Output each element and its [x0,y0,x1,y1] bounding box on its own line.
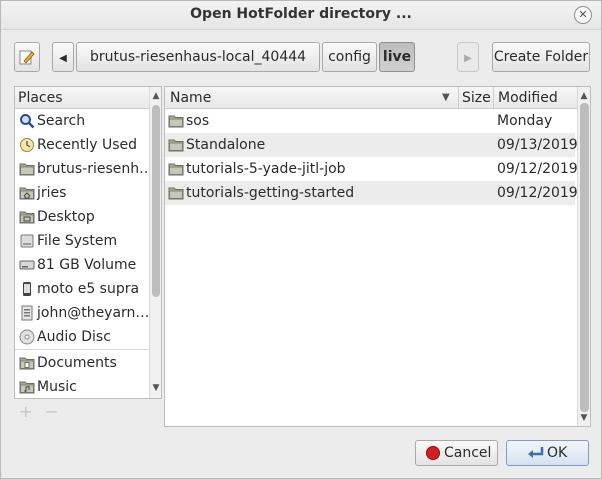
place-jries[interactable]: jries [15,181,149,205]
file-modified: 09/12/2019 [497,185,578,201]
places-panel: Places Search Recently Used brutus-riese… [14,86,162,399]
place-search[interactable]: Search [15,109,149,133]
place-81gb-volume[interactable]: 81 GB Volume [15,253,149,277]
column-modified[interactable]: Modified [494,87,577,108]
ok-label: OK [547,445,568,461]
cancel-icon [426,446,440,460]
desktop-folder-icon [19,211,35,224]
path-segment-brutus[interactable]: brutus-riesenhaus-local_40444 [76,42,320,72]
place-label: Music [37,379,77,395]
folder-icon [168,187,184,200]
edit-location-button[interactable] [14,42,40,72]
place-label: moto e5 supra [37,281,140,297]
column-name-label: Name [170,90,212,106]
scroll-down-icon[interactable]: ▼ [578,413,590,423]
title-bar[interactable]: Open HotFolder directory ... ✕ [1,1,601,30]
search-icon [20,114,35,129]
ok-button[interactable]: OK [506,440,589,466]
pencil-icon [19,50,35,65]
place-moto-e5[interactable]: moto e5 supra [15,277,149,301]
add-bookmark-button[interactable]: + [19,402,32,421]
file-row-tutorials-yade[interactable]: tutorials-5-yade-jitl-job 09/12/2019 [165,157,578,181]
places-separator [15,349,149,350]
file-modified: 09/13/2019 [497,137,578,153]
file-list-panel: Name ▼ Size Modified sos Monday Standalo… [164,86,591,427]
file-name: tutorials-getting-started [186,185,355,201]
column-size[interactable]: Size [459,87,494,108]
file-row-sos[interactable]: sos Monday [165,109,575,133]
place-label: john@theyarn… [37,305,149,321]
create-folder-button[interactable]: Create Folder [492,42,590,72]
cancel-label: Cancel [444,445,492,461]
folder-icon [19,163,35,176]
place-brutus[interactable]: brutus-riesenh… [15,157,149,181]
place-recently-used[interactable]: Recently Used [15,133,149,157]
folder-icon [168,163,184,176]
network-icon [21,305,33,321]
places-scroll-thumb[interactable] [152,105,160,297]
file-row-standalone[interactable]: Standalone 09/13/2019 [165,133,578,157]
column-size-label: Size [462,90,491,106]
remove-bookmark-button[interactable]: − [45,402,58,421]
scroll-up-icon[interactable]: ▲ [150,91,161,101]
places-list: Search Recently Used brutus-riesenh… jri… [15,109,149,398]
scroll-up-icon[interactable]: ▲ [578,91,590,101]
cancel-button[interactable]: Cancel [415,440,498,466]
documents-folder-icon [19,357,35,370]
place-label: File System [37,233,118,249]
close-button[interactable]: ✕ [574,6,592,24]
file-modified: Monday [497,113,553,129]
place-desktop[interactable]: Desktop [15,205,149,229]
place-label: Audio Disc [37,329,111,345]
file-rows: sos Monday Standalone 09/13/2019 tutoria… [165,109,578,209]
folder-icon [168,139,184,152]
path-forward-button[interactable]: ▶ [457,42,479,72]
sort-down-icon: ▼ [442,92,450,103]
scroll-down-icon[interactable]: ▼ [150,383,161,393]
arrow-left-icon: ◀ [59,53,67,64]
ok-return-icon [528,447,544,458]
path-segment-live[interactable]: live [379,42,415,72]
column-name[interactable]: Name ▼ [165,87,459,108]
recent-icon [20,138,34,152]
place-label: brutus-riesenh… [37,161,149,177]
file-name: Standalone [186,137,266,153]
file-modified: 09/12/2019 [497,161,578,177]
column-modified-label: Modified [498,90,558,106]
place-john-network[interactable]: john@theyarn… [15,301,149,325]
file-chooser-dialog: Open HotFolder directory ... ✕ ◀ brutus-… [0,0,602,479]
file-list-scroll-thumb[interactable] [580,103,589,412]
place-documents[interactable]: Documents [15,351,149,375]
file-name: tutorials-5-yade-jitl-job [186,161,346,177]
filesystem-icon [20,234,34,248]
drive-icon [19,260,35,270]
places-scrollbar[interactable]: ▲ ▼ [149,87,161,398]
folder-icon [168,115,184,128]
file-name: sos [186,113,210,129]
dialog-title: Open HotFolder directory ... [190,6,412,22]
file-list-scrollbar[interactable]: ▲ ▼ [577,87,590,426]
music-folder-icon [19,381,35,394]
place-label: Documents [37,355,117,371]
arrow-right-icon: ▶ [464,53,472,64]
places-header[interactable]: Places [15,87,150,109]
home-folder-icon [19,187,35,200]
path-segment-config[interactable]: config [322,42,377,72]
place-audio-disc[interactable]: Audio Disc [15,325,149,349]
path-back-button[interactable]: ◀ [52,42,74,72]
place-label: Recently Used [37,137,138,153]
disc-icon [19,329,35,345]
place-label: Search [37,113,86,129]
place-label: jries [37,185,67,201]
file-row-tutorials-getting-started[interactable]: tutorials-getting-started 09/12/2019 [165,181,578,205]
close-icon: ✕ [578,8,588,21]
place-label: Desktop [37,209,95,225]
phone-icon [23,282,31,296]
place-music[interactable]: Music [15,375,149,398]
place-file-system[interactable]: File System [15,229,149,253]
file-list-header: Name ▼ Size Modified [165,87,577,109]
place-label: 81 GB Volume [37,257,137,273]
